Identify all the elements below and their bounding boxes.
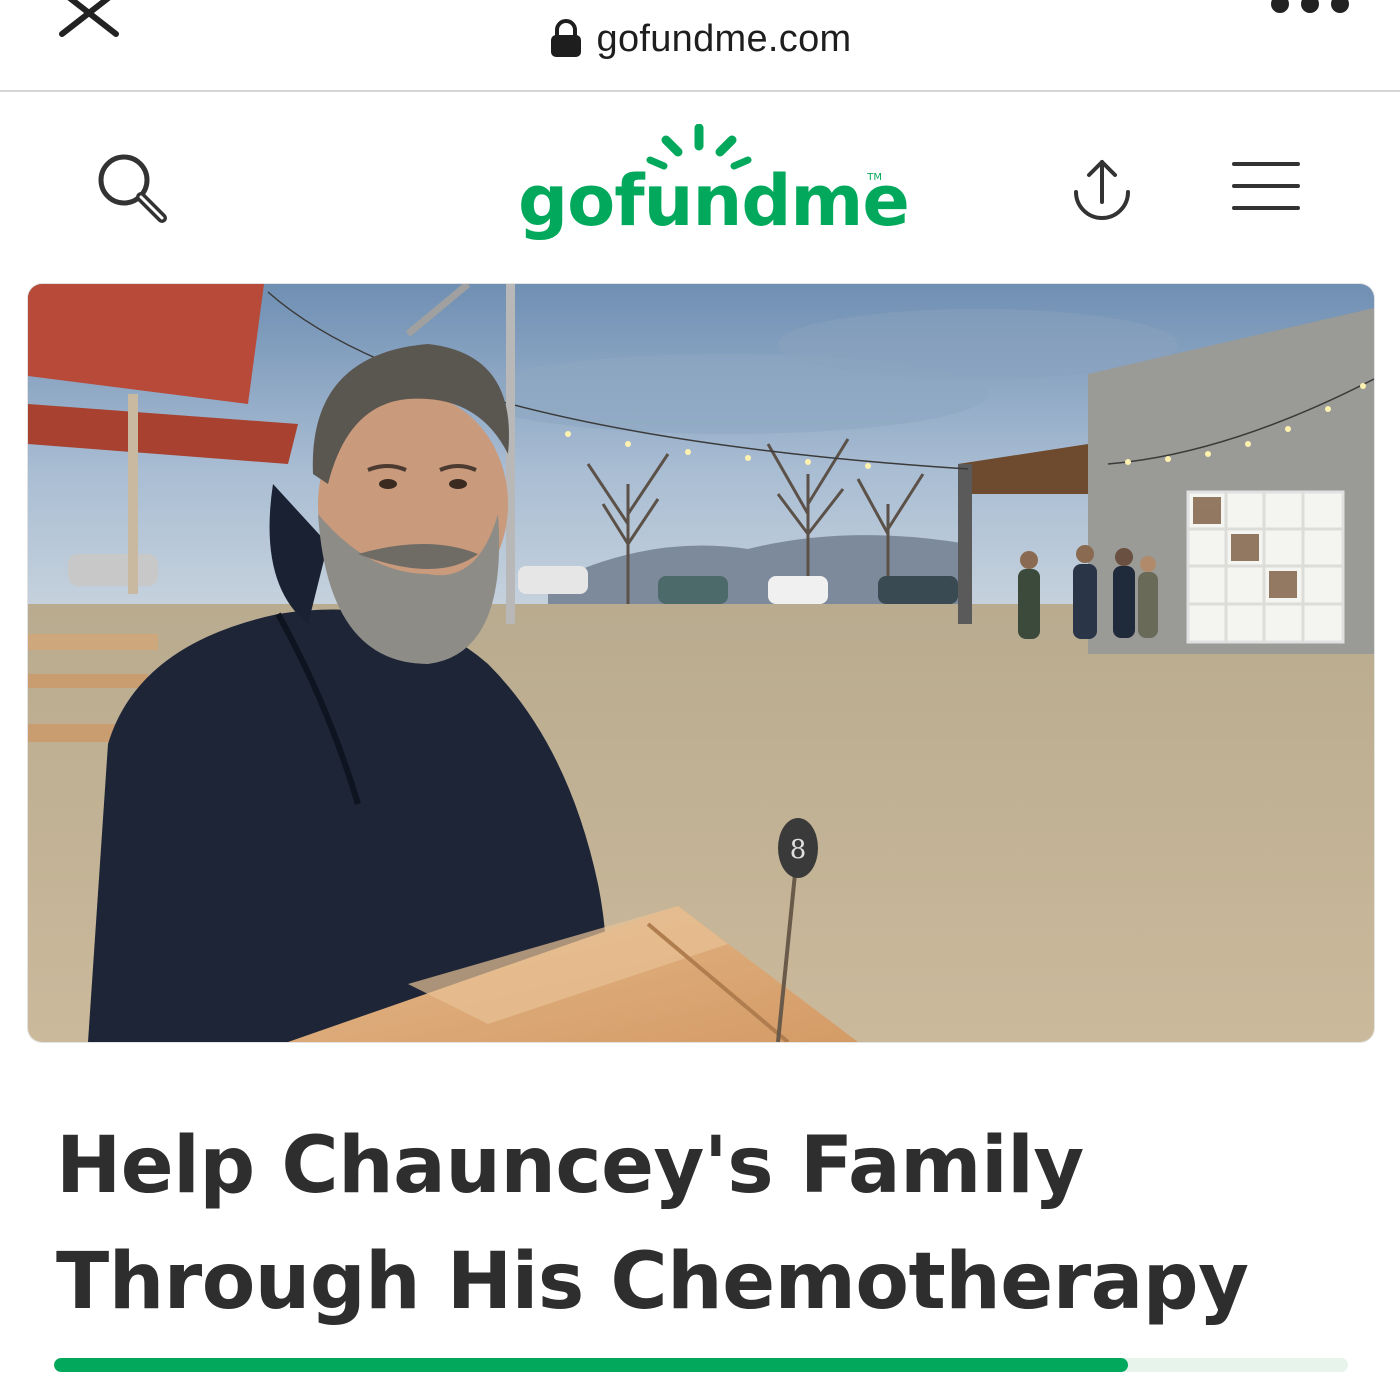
- campaign-title: Help Chauncey's Family Through His Chemo…: [56, 1121, 1249, 1327]
- progress-fill: [54, 1358, 1129, 1372]
- campaign-photo-illustration: 8: [28, 284, 1374, 1042]
- more-dots-icon: [1271, 0, 1349, 13]
- more-button[interactable]: [1266, 0, 1356, 16]
- campaign-photo[interactable]: 8: [28, 284, 1374, 1042]
- share-icon: [1074, 160, 1130, 220]
- menu-button[interactable]: [1230, 158, 1302, 214]
- address-field[interactable]: gofundme.com: [0, 10, 1400, 68]
- site-header: gofundme TM: [0, 92, 1400, 280]
- search-button[interactable]: [92, 148, 176, 232]
- page: gofundme.com gofundme TM 8 Help Chauncey…: [0, 0, 1400, 1400]
- logo-wordmark: gofundme: [518, 160, 910, 242]
- search-icon: [98, 154, 167, 223]
- logo-trademark: TM: [867, 172, 882, 183]
- lock-icon: [550, 19, 581, 57]
- hamburger-menu-icon: [1232, 162, 1300, 210]
- svg-text:8: 8: [790, 835, 807, 865]
- url-text: gofundme.com: [596, 17, 852, 60]
- browser-url-bar: gofundme.com: [0, 0, 1400, 92]
- gofundme-logo[interactable]: gofundme TM: [518, 124, 910, 254]
- fundraising-progress-bar: [54, 1358, 1348, 1372]
- share-button[interactable]: [1064, 152, 1140, 228]
